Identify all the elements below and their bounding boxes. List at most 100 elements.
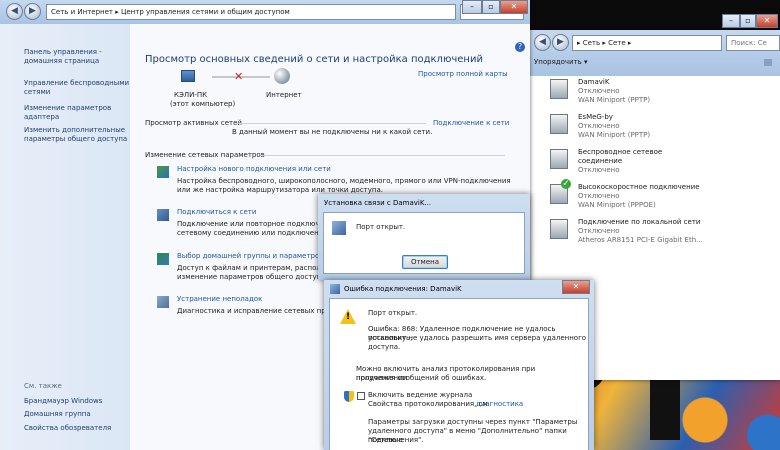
- computer-sub: (этот компьютер): [170, 100, 236, 108]
- cancel-button[interactable]: Отмена: [402, 255, 448, 269]
- task-description: изменение параметров общего доступа.: [177, 273, 328, 281]
- task-connect-link[interactable]: Подключиться к сети: [177, 208, 256, 216]
- sidebar-item-firewall[interactable]: Брандмауэр Windows: [24, 397, 102, 406]
- sidebar-item-homegroup[interactable]: Домашняя группа: [24, 410, 91, 419]
- connection-status: Отключено: [578, 192, 620, 200]
- error-message: Порт открыт.: [368, 309, 418, 317]
- main-maximize-button[interactable]: ▫: [482, 0, 500, 14]
- disconnected-x-icon: ✕: [234, 70, 244, 83]
- connect-network-icon: [157, 209, 169, 221]
- task-description: или же настройка маршрутизатора или точк…: [177, 186, 383, 194]
- sidebar-item-wireless[interactable]: Управление беспроводными: [24, 79, 129, 88]
- divider: [236, 123, 426, 124]
- enable-logging-checkbox[interactable]: [357, 392, 365, 400]
- connect-to-network-link[interactable]: Подключение к сети: [433, 119, 509, 127]
- connection-status: Отключено: [578, 122, 620, 130]
- task-description: Подключение или повторное подключение: [177, 220, 338, 228]
- view-icon[interactable]: [764, 59, 772, 66]
- sidebar-item-adapter[interactable]: Изменение параметров: [24, 104, 111, 113]
- sidebar-item-sharing[interactable]: Изменить дополнительные: [24, 126, 125, 135]
- active-networks-label: Просмотр активных сетей: [145, 119, 242, 127]
- computer-name: КЭЛИ-ПК: [174, 91, 208, 99]
- explorer-maximize-button[interactable]: ▫: [740, 14, 756, 28]
- error-close-button[interactable]: ✕: [562, 280, 590, 294]
- sidebar-item-sharing-line2[interactable]: параметры общего доступа: [24, 135, 127, 144]
- forward-button[interactable]: ▶: [24, 3, 41, 20]
- connection-status: Отключено: [578, 87, 620, 95]
- task-description: сетевому соединению или подключение: [177, 229, 328, 237]
- task-description: Доступ к файлам и принтерам, располож: [177, 264, 332, 272]
- settings-note: Параметры загрузки доступны через пункт …: [368, 418, 578, 426]
- explorer-close-button[interactable]: ✕: [756, 14, 778, 28]
- logging-properties-text: Свойства протоколирования, см.: [368, 400, 490, 408]
- forward-button[interactable]: ▶: [552, 34, 569, 51]
- full-map-link[interactable]: Просмотр полной карты: [418, 70, 508, 78]
- task-homegroup-link[interactable]: Выбор домашней группы и параметров: [177, 252, 323, 260]
- diagnostics-link[interactable]: диагностика: [476, 400, 523, 409]
- logging-hint: получения сообщений об ошибках.: [356, 374, 487, 382]
- connection-icon[interactable]: [550, 79, 568, 99]
- dialup-icon: [332, 221, 346, 235]
- sidebar-item-home-line2[interactable]: домашняя страница: [24, 57, 99, 66]
- connection-name[interactable]: Высокоскоростное подключение: [578, 183, 700, 191]
- error-dialog-title: Ошибка подключения: DamaviK: [344, 285, 462, 293]
- page-title: Просмотр основных сведений о сети и наст…: [145, 54, 483, 65]
- connection-name-line2: соединение: [578, 157, 623, 165]
- enable-logging-label[interactable]: Включить ведение журнала: [368, 391, 472, 400]
- connection-name[interactable]: Подключение по локальной сети: [578, 218, 700, 226]
- connection-device: WAN Miniport (PPTP): [578, 96, 651, 104]
- error-dialog-body: ! Порт открыт. Ошибка: 868: Удаленное по…: [329, 298, 589, 450]
- change-settings-heading: Изменение сетевых параметров: [145, 151, 265, 159]
- homegroup-icon: [157, 253, 169, 265]
- back-button[interactable]: ◀: [534, 34, 551, 51]
- connection-name[interactable]: Беспроводное сетевое: [578, 148, 662, 156]
- uac-shield-icon: [344, 391, 354, 402]
- task-troubleshoot-link[interactable]: Устранение неполадок: [177, 295, 262, 303]
- settings-note: подключения".: [368, 436, 424, 444]
- connection-name[interactable]: DamaviK: [578, 78, 609, 86]
- task-description: Диагностика и исправление сетевых пробл: [177, 307, 339, 315]
- wireless-connection-icon[interactable]: [550, 149, 568, 169]
- sidebar: Панель управления - домашняя страница Уп…: [0, 24, 130, 450]
- sidebar-item-wireless-line2[interactable]: сетями: [24, 88, 50, 97]
- main-address-bar[interactable]: Сеть и Интернет ▸ Центр управления сетям…: [46, 4, 456, 20]
- sidebar-item-home[interactable]: Панель управления -: [24, 48, 102, 57]
- main-close-button[interactable]: ✕: [500, 0, 528, 14]
- connecting-dialog-title: Установка связи с DamaviK...: [324, 199, 432, 207]
- connection-device: WAN Miniport (PPPOE): [578, 201, 656, 209]
- explorer-address-bar[interactable]: ▸ Сеть ▸ Сете ▸: [572, 35, 722, 51]
- not-connected-text: В данный момент вы не подключены ни к ка…: [232, 128, 433, 136]
- sidebar-item-internet-options[interactable]: Свойства обозревателя: [24, 424, 111, 433]
- sidebar-item-adapter-line2[interactable]: адаптера: [24, 113, 59, 122]
- connection-status: Отключено: [578, 166, 620, 174]
- connection-device: WAN Miniport (PPTP): [578, 131, 651, 139]
- lan-connection-icon[interactable]: [550, 219, 568, 239]
- internet-globe-icon: [274, 68, 290, 84]
- task-new-connection-link[interactable]: Настройка нового подключения или сети: [177, 165, 331, 173]
- wallpaper-shape: [650, 380, 680, 440]
- connecting-dialog: Установка связи с DamaviK... Порт открыт…: [318, 194, 530, 280]
- error-detail-line: доступа.: [368, 343, 401, 351]
- explorer-search-input[interactable]: Поиск: Се: [726, 35, 780, 51]
- back-button[interactable]: ◀: [6, 3, 23, 20]
- error-detail-line: поскольку не удалось разрешить имя серве…: [368, 334, 587, 342]
- warning-icon: !: [340, 309, 356, 324]
- divider: [260, 155, 505, 156]
- see-also-heading: См. также: [24, 382, 62, 390]
- connection-name[interactable]: EsMeG-by: [578, 113, 613, 121]
- organize-button[interactable]: Упорядочить ▾: [534, 58, 588, 66]
- main-minimize-button[interactable]: –: [462, 0, 482, 14]
- explorer-minimize-button[interactable]: –: [722, 14, 740, 28]
- connection-device: Atheros AR8151 PCI-E Gigabit Eth...: [578, 236, 703, 244]
- connection-icon[interactable]: [550, 179, 571, 204]
- connection-status: Отключено: [578, 227, 620, 235]
- error-dialog: Ошибка подключения: DamaviK ✕ ! Порт отк…: [324, 280, 594, 450]
- connecting-dialog-body: Порт открыт. Отмена: [323, 212, 525, 274]
- connection-icon[interactable]: [550, 114, 568, 134]
- computer-icon: [181, 70, 195, 82]
- connecting-status-text: Порт открыт.: [356, 223, 406, 231]
- new-connection-icon: [157, 166, 169, 178]
- troubleshoot-icon: [157, 296, 169, 308]
- internet-label: Интернет: [266, 91, 302, 99]
- help-icon[interactable]: ?: [515, 42, 525, 52]
